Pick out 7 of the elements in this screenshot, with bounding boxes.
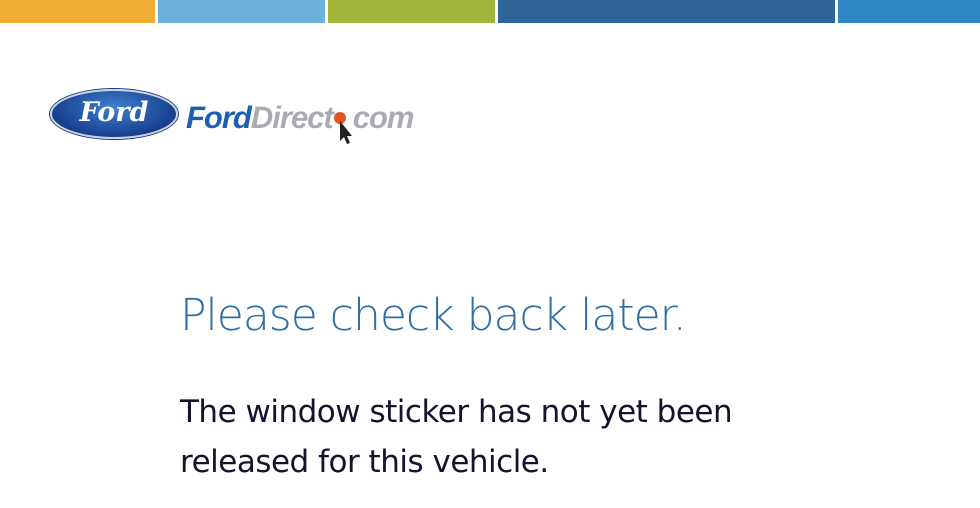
wordmark-text: Ford bbox=[186, 99, 251, 137]
wordmark-text: com bbox=[352, 99, 414, 137]
heading: Please check back later. bbox=[180, 289, 687, 343]
message-text: The window sticker has not yet been released for this vehicle. bbox=[180, 393, 734, 482]
ford-emblem: Ford bbox=[50, 89, 178, 139]
cursor-icon bbox=[332, 111, 353, 145]
wordmark-text: Direct bbox=[250, 99, 333, 137]
